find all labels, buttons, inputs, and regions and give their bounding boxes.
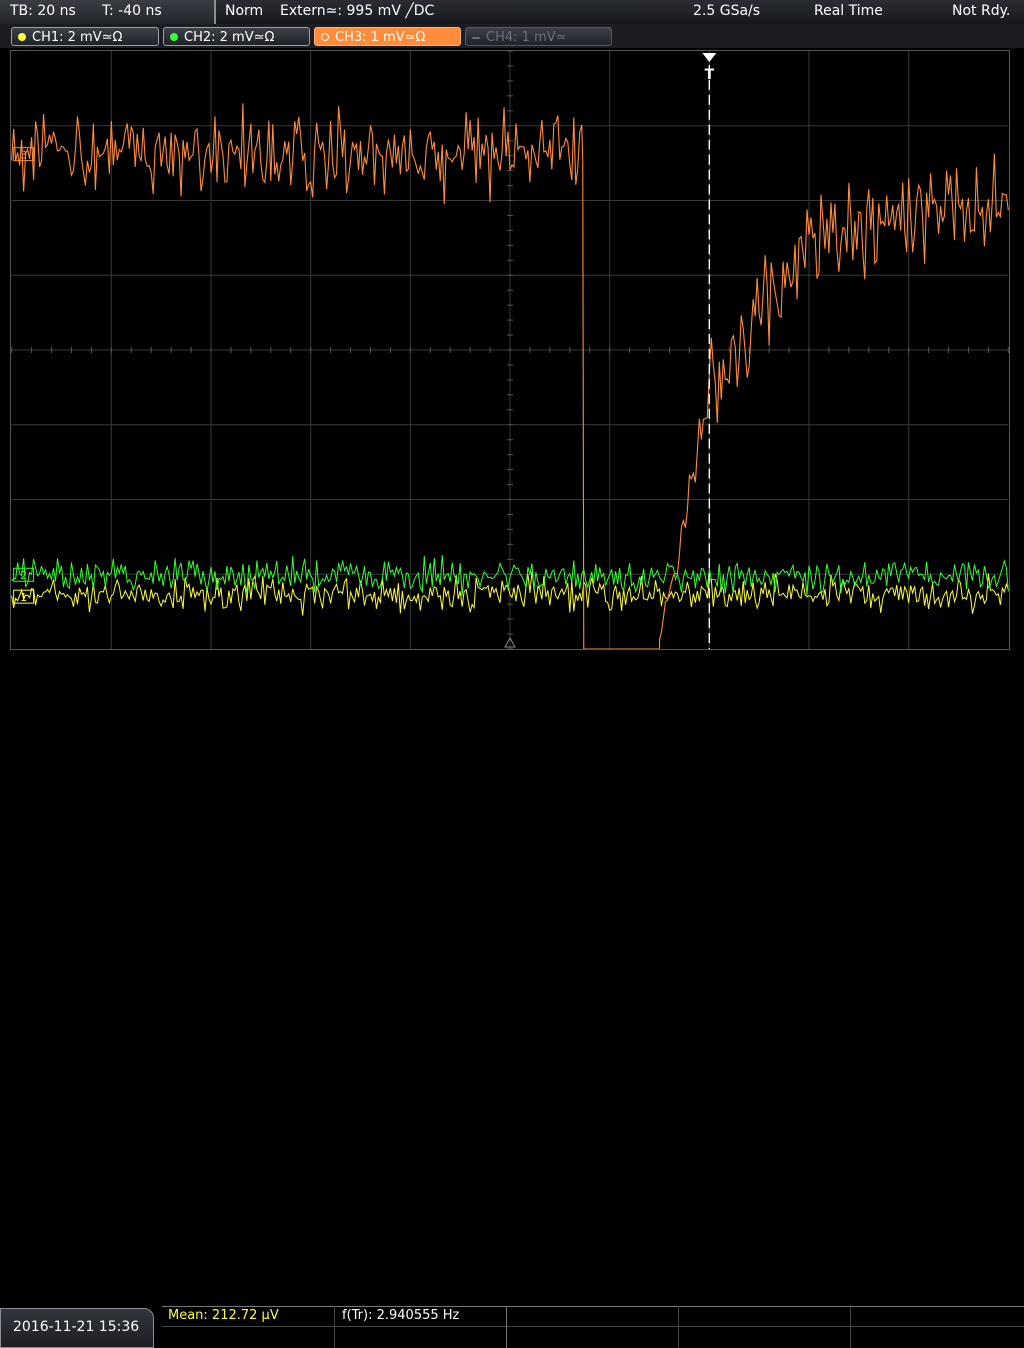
trigger-position-value[interactable]: T: -40 ns — [102, 3, 162, 19]
sample-rate: 2.5 GSa/s — [693, 3, 761, 19]
trigger-marker-icon[interactable]: T — [702, 52, 717, 83]
timebase-value[interactable]: TB: 20 ns — [10, 3, 76, 19]
ch1-indicator-icon — [18, 33, 26, 41]
ch1-label: CH1: 2 mV≃Ω — [32, 30, 123, 45]
waveform-display[interactable]: T 3 2 1 — [10, 50, 1010, 650]
ch3-marker-label: 3 — [20, 149, 27, 162]
acquisition-mode[interactable]: Real Time — [814, 3, 883, 19]
measurement-panel[interactable]: Mean: 212.72 µV f(Tr): 2.940555 Hz — [162, 1306, 1024, 1348]
trigger-status: Not Rdy. — [952, 3, 1011, 19]
ch4-indicator-icon — [472, 37, 480, 39]
ch4-label: CH4: 1 mV≃ — [486, 30, 567, 45]
ch3-label: CH3: 1 mV≃Ω — [335, 30, 426, 45]
ch2-label: CH2: 2 mV≃Ω — [184, 30, 275, 45]
channel-bar: CH1: 2 mV≃Ω CH2: 2 mV≃Ω CH3: 1 mV≃Ω CH4:… — [0, 24, 1024, 48]
ch2-indicator-icon — [170, 33, 178, 41]
measurement-grid — [162, 1306, 1024, 1348]
graticule — [11, 51, 1009, 649]
trigger-marker-label: T — [705, 67, 715, 83]
channel-tab-ch3[interactable]: CH3: 1 mV≃Ω — [314, 27, 461, 46]
trigger-source[interactable]: Extern≃: 995 mV ╱DC — [280, 3, 434, 19]
channel-tab-ch2[interactable]: CH2: 2 mV≃Ω — [163, 27, 310, 46]
timebase-panel[interactable]: TB: 20 ns T: -40 ns — [0, 0, 216, 24]
measurement-frequency[interactable]: f(Tr): 2.940555 Hz — [342, 1308, 459, 1323]
ch3-indicator-icon — [321, 33, 329, 41]
status-bar: TB: 20 ns T: -40 ns Norm Extern≃: 995 mV… — [0, 0, 1024, 24]
datetime-box: 2016-11-21 15:36 — [0, 1308, 154, 1348]
channel-tab-ch1[interactable]: CH1: 2 mV≃Ω — [11, 27, 159, 46]
ch2-marker-label: 2 — [20, 569, 27, 582]
measurement-mean[interactable]: Mean: 212.72 µV — [168, 1308, 279, 1323]
channel-tab-ch4[interactable]: CH4: 1 mV≃ — [465, 27, 612, 46]
datetime: 2016-11-21 15:36 — [13, 1319, 140, 1335]
bottom-bar: 2016-11-21 15:36 Mean: 212.72 µV f(Tr): … — [0, 653, 1024, 1348]
trigger-mode[interactable]: Norm — [225, 3, 263, 19]
ch1-marker-label: 1 — [20, 591, 27, 604]
